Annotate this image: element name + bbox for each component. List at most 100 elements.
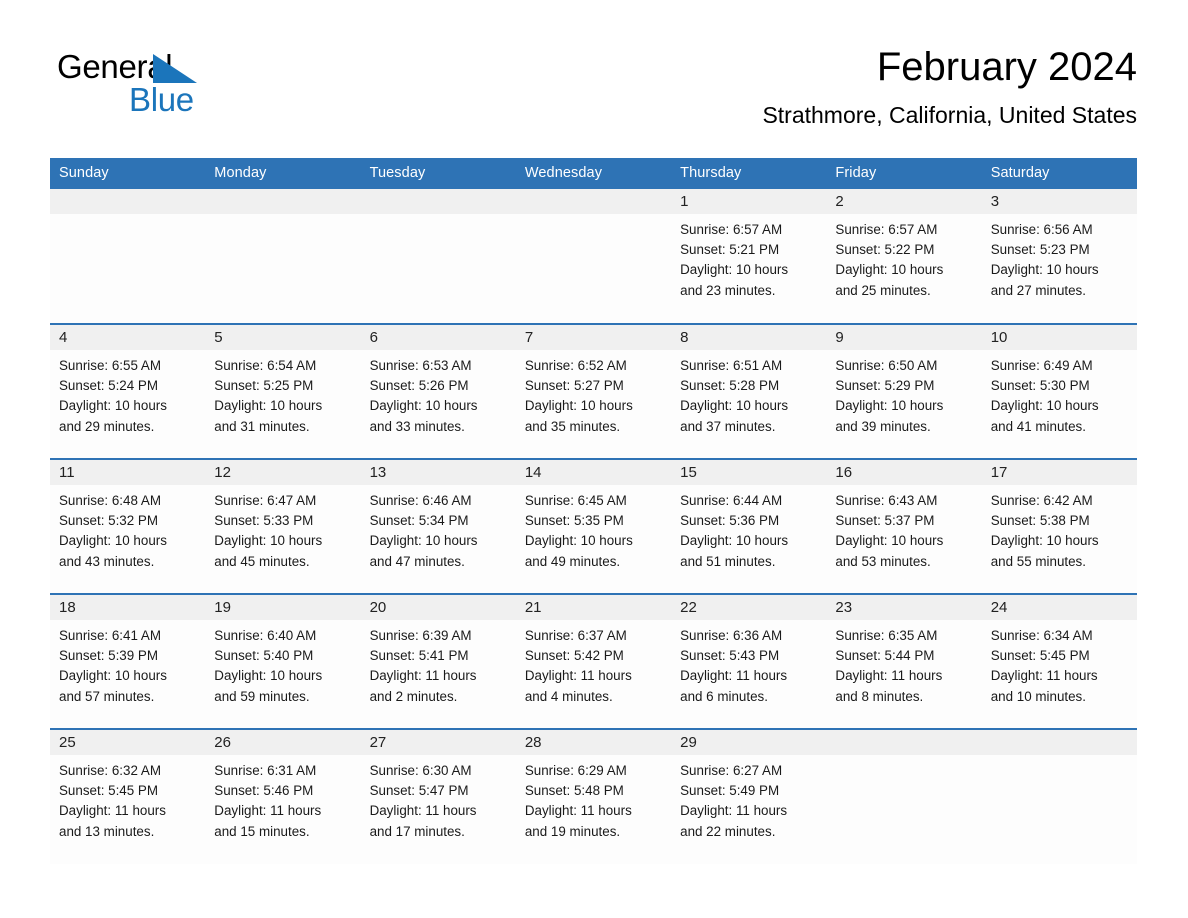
calendar-day-cell[interactable]: 3 Sunrise: 6:56 AM Sunset: 5:23 PM Daylight… (981, 189, 1137, 324)
day-number: 2 (826, 189, 982, 214)
calendar-day-cell[interactable]: 23 Sunrise: 6:35 AM Sunset: 5:44 PM Dayligh… (826, 593, 982, 729)
day-details: Sunrise: 6:48 AM Sunset: 5:32 PM Daylight:… (50, 485, 205, 572)
calendar-day-cell[interactable]: 5 Sunrise: 6:54 AM Sunset: 5:25 PM Daylight… (205, 323, 361, 459)
calendar-day-cell[interactable]: 21 Sunrise: 6:37 AM Sunset: 5:42 PM Dayligh… (515, 593, 672, 729)
daylight-text-line2: and 43 minutes. (59, 553, 155, 569)
sunset-text: Sunset: 5:23 PM (990, 242, 1090, 258)
daylight-text-line1: Daylight: 10 hours (680, 262, 789, 278)
sunset-text: Sunset: 5:46 PM (214, 783, 314, 799)
daylight-text-line2: and 25 minutes. (835, 282, 931, 298)
calendar-day-cell[interactable]: 29 Sunrise: 6:27 AM Sunset: 5:49 PM Dayligh… (671, 728, 827, 864)
daylight-text-line2: and 35 minutes. (524, 418, 621, 434)
general-blue-logo[interactable]: General Blue (57, 50, 277, 130)
day-number: 8 (671, 325, 827, 350)
calendar-day-cell[interactable]: 17 Sunrise: 6:42 AM Sunset: 5:38 PM Dayligh… (981, 458, 1137, 594)
sunset-text: Sunset: 5:42 PM (524, 648, 624, 664)
daylight-text-line2: and 55 minutes. (990, 553, 1086, 569)
sunrise-text: Sunrise: 6:48 AM (59, 493, 161, 508)
sunset-text: Sunset: 5:35 PM (524, 513, 624, 529)
sunset-text: Sunset: 5:41 PM (369, 648, 469, 664)
calendar-day-cell[interactable]: 14 Sunrise: 6:45 AM Sunset: 5:35 PM Dayligh… (515, 458, 672, 594)
calendar-day-cell[interactable]: 22 Sunrise: 6:36 AM Sunset: 5:43 PM Dayligh… (671, 593, 827, 729)
day-number: 4 (50, 325, 206, 350)
day-details: Sunrise: 6:30 AM Sunset: 5:47 PM Daylight:… (361, 755, 516, 842)
sunset-text: Sunset: 5:44 PM (835, 648, 935, 664)
day-number (360, 189, 516, 214)
calendar-day-cell[interactable]: 15 Sunrise: 6:44 AM Sunset: 5:36 PM Dayligh… (671, 458, 827, 594)
daylight-text-line2: and 22 minutes. (680, 823, 776, 839)
daylight-text-line1: Daylight: 10 hours (524, 398, 633, 414)
calendar-day-cell[interactable]: 4 Sunrise: 6:55 AM Sunset: 5:24 PM Daylight… (50, 323, 206, 459)
day-details: Sunrise: 6:32 AM Sunset: 5:45 PM Daylight:… (50, 755, 205, 842)
day-number: 10 (981, 325, 1137, 350)
day-number: 11 (50, 460, 206, 485)
calendar-day-cell[interactable]: 16 Sunrise: 6:43 AM Sunset: 5:37 PM Dayligh… (826, 458, 982, 594)
sunset-text: Sunset: 5:36 PM (680, 513, 780, 529)
day-details: Sunrise: 6:36 AM Sunset: 5:43 PM Daylight:… (671, 620, 826, 707)
calendar-day-cell[interactable]: 13 Sunrise: 6:46 AM Sunset: 5:34 PM Dayligh… (360, 458, 516, 594)
day-number: 21 (515, 595, 672, 620)
sunset-text: Sunset: 5:22 PM (835, 242, 935, 258)
calendar-day-cell[interactable]: 8 Sunrise: 6:51 AM Sunset: 5:28 PM Daylight… (671, 323, 827, 459)
calendar-day-cell[interactable]: 9 Sunrise: 6:50 AM Sunset: 5:29 PM Daylight… (826, 323, 982, 459)
day-number: 5 (205, 325, 361, 350)
sunset-text: Sunset: 5:39 PM (59, 648, 158, 664)
day-number: 22 (671, 595, 827, 620)
calendar-cell-empty (981, 728, 1137, 864)
calendar-cell-empty (826, 728, 982, 864)
day-details: Sunrise: 6:57 AM Sunset: 5:22 PM Daylight:… (826, 214, 981, 301)
daylight-text-line2: and 57 minutes. (59, 688, 155, 704)
calendar-day-cell[interactable]: 12 Sunrise: 6:47 AM Sunset: 5:33 PM Dayligh… (205, 458, 361, 594)
sunrise-text: Sunrise: 6:31 AM (214, 763, 317, 778)
calendar-day-cell[interactable]: 24 Sunrise: 6:34 AM Sunset: 5:45 PM Dayligh… (981, 593, 1137, 729)
sunrise-text: Sunrise: 6:53 AM (369, 358, 472, 373)
calendar-day-cell[interactable]: 28 Sunrise: 6:29 AM Sunset: 5:48 PM Dayligh… (515, 728, 672, 864)
daylight-text-line2: and 15 minutes. (214, 823, 310, 839)
daylight-text-line1: Daylight: 10 hours (369, 398, 478, 414)
sunrise-text: Sunrise: 6:27 AM (680, 763, 783, 778)
day-number: 23 (826, 595, 982, 620)
weekday-header-friday: Friday (826, 158, 982, 189)
calendar-day-cell[interactable]: 7 Sunrise: 6:52 AM Sunset: 5:27 PM Daylight… (515, 323, 672, 459)
daylight-text-line2: and 23 minutes. (680, 282, 776, 298)
sunrise-text: Sunrise: 6:45 AM (524, 493, 627, 508)
day-number: 13 (360, 460, 516, 485)
day-details: Sunrise: 6:43 AM Sunset: 5:37 PM Daylight:… (826, 485, 981, 572)
calendar-day-cell[interactable]: 1 Sunrise: 6:57 AM Sunset: 5:21 PM Daylight… (671, 189, 827, 324)
page-title: February 2024 (876, 45, 1137, 89)
daylight-text-line1: Daylight: 11 hours (369, 668, 477, 684)
daylight-text-line2: and 10 minutes. (990, 688, 1086, 704)
calendar-day-cell[interactable]: 20 Sunrise: 6:39 AM Sunset: 5:41 PM Dayligh… (360, 593, 516, 729)
daylight-text-line1: Daylight: 10 hours (369, 533, 478, 549)
calendar-day-cell[interactable]: 26 Sunrise: 6:31 AM Sunset: 5:46 PM Dayligh… (205, 728, 361, 864)
day-number: 25 (50, 730, 206, 755)
calendar-day-cell[interactable]: 19 Sunrise: 6:40 AM Sunset: 5:40 PM Dayligh… (205, 593, 361, 729)
calendar-day-cell[interactable]: 6 Sunrise: 6:53 AM Sunset: 5:26 PM Daylight… (360, 323, 516, 459)
daylight-text-line2: and 27 minutes. (990, 282, 1086, 298)
day-number: 20 (360, 595, 516, 620)
day-details: Sunrise: 6:52 AM Sunset: 5:27 PM Daylight:… (516, 350, 671, 437)
calendar-day-cell[interactable]: 25 Sunrise: 6:32 AM Sunset: 5:45 PM Dayligh… (50, 728, 206, 864)
daylight-text-line2: and 31 minutes. (214, 418, 310, 434)
daylight-text-line1: Daylight: 10 hours (59, 398, 167, 414)
sunrise-text: Sunrise: 6:49 AM (990, 358, 1093, 373)
calendar-day-cell[interactable]: 11 Sunrise: 6:48 AM Sunset: 5:32 PM Dayligh… (50, 458, 206, 594)
sunrise-text: Sunrise: 6:56 AM (990, 222, 1093, 237)
calendar-day-cell[interactable]: 10 Sunrise: 6:49 AM Sunset: 5:30 PM Dayligh… (981, 323, 1137, 459)
daylight-text-line2: and 6 minutes. (680, 688, 768, 704)
sunrise-text: Sunrise: 6:34 AM (990, 628, 1093, 643)
weekday-header-wednesday: Wednesday (515, 158, 672, 189)
daylight-text-line2: and 53 minutes. (835, 553, 931, 569)
calendar-cell-empty (205, 189, 361, 324)
daylight-text-line1: Daylight: 10 hours (680, 398, 789, 414)
daylight-text-line2: and 49 minutes. (524, 553, 621, 569)
calendar-day-cell[interactable]: 2 Sunrise: 6:57 AM Sunset: 5:22 PM Daylight… (826, 189, 982, 324)
weekday-header-monday: Monday (205, 158, 361, 189)
day-details: Sunrise: 6:55 AM Sunset: 5:24 PM Daylight:… (50, 350, 205, 437)
daylight-text-line1: Daylight: 10 hours (990, 398, 1099, 414)
sunrise-text: Sunrise: 6:37 AM (524, 628, 627, 643)
calendar-day-cell[interactable]: 18 Sunrise: 6:41 AM Sunset: 5:39 PM Dayligh… (50, 593, 206, 729)
calendar-day-cell[interactable]: 27 Sunrise: 6:30 AM Sunset: 5:47 PM Dayligh… (360, 728, 516, 864)
daylight-text-line2: and 19 minutes. (524, 823, 621, 839)
day-number: 12 (205, 460, 361, 485)
